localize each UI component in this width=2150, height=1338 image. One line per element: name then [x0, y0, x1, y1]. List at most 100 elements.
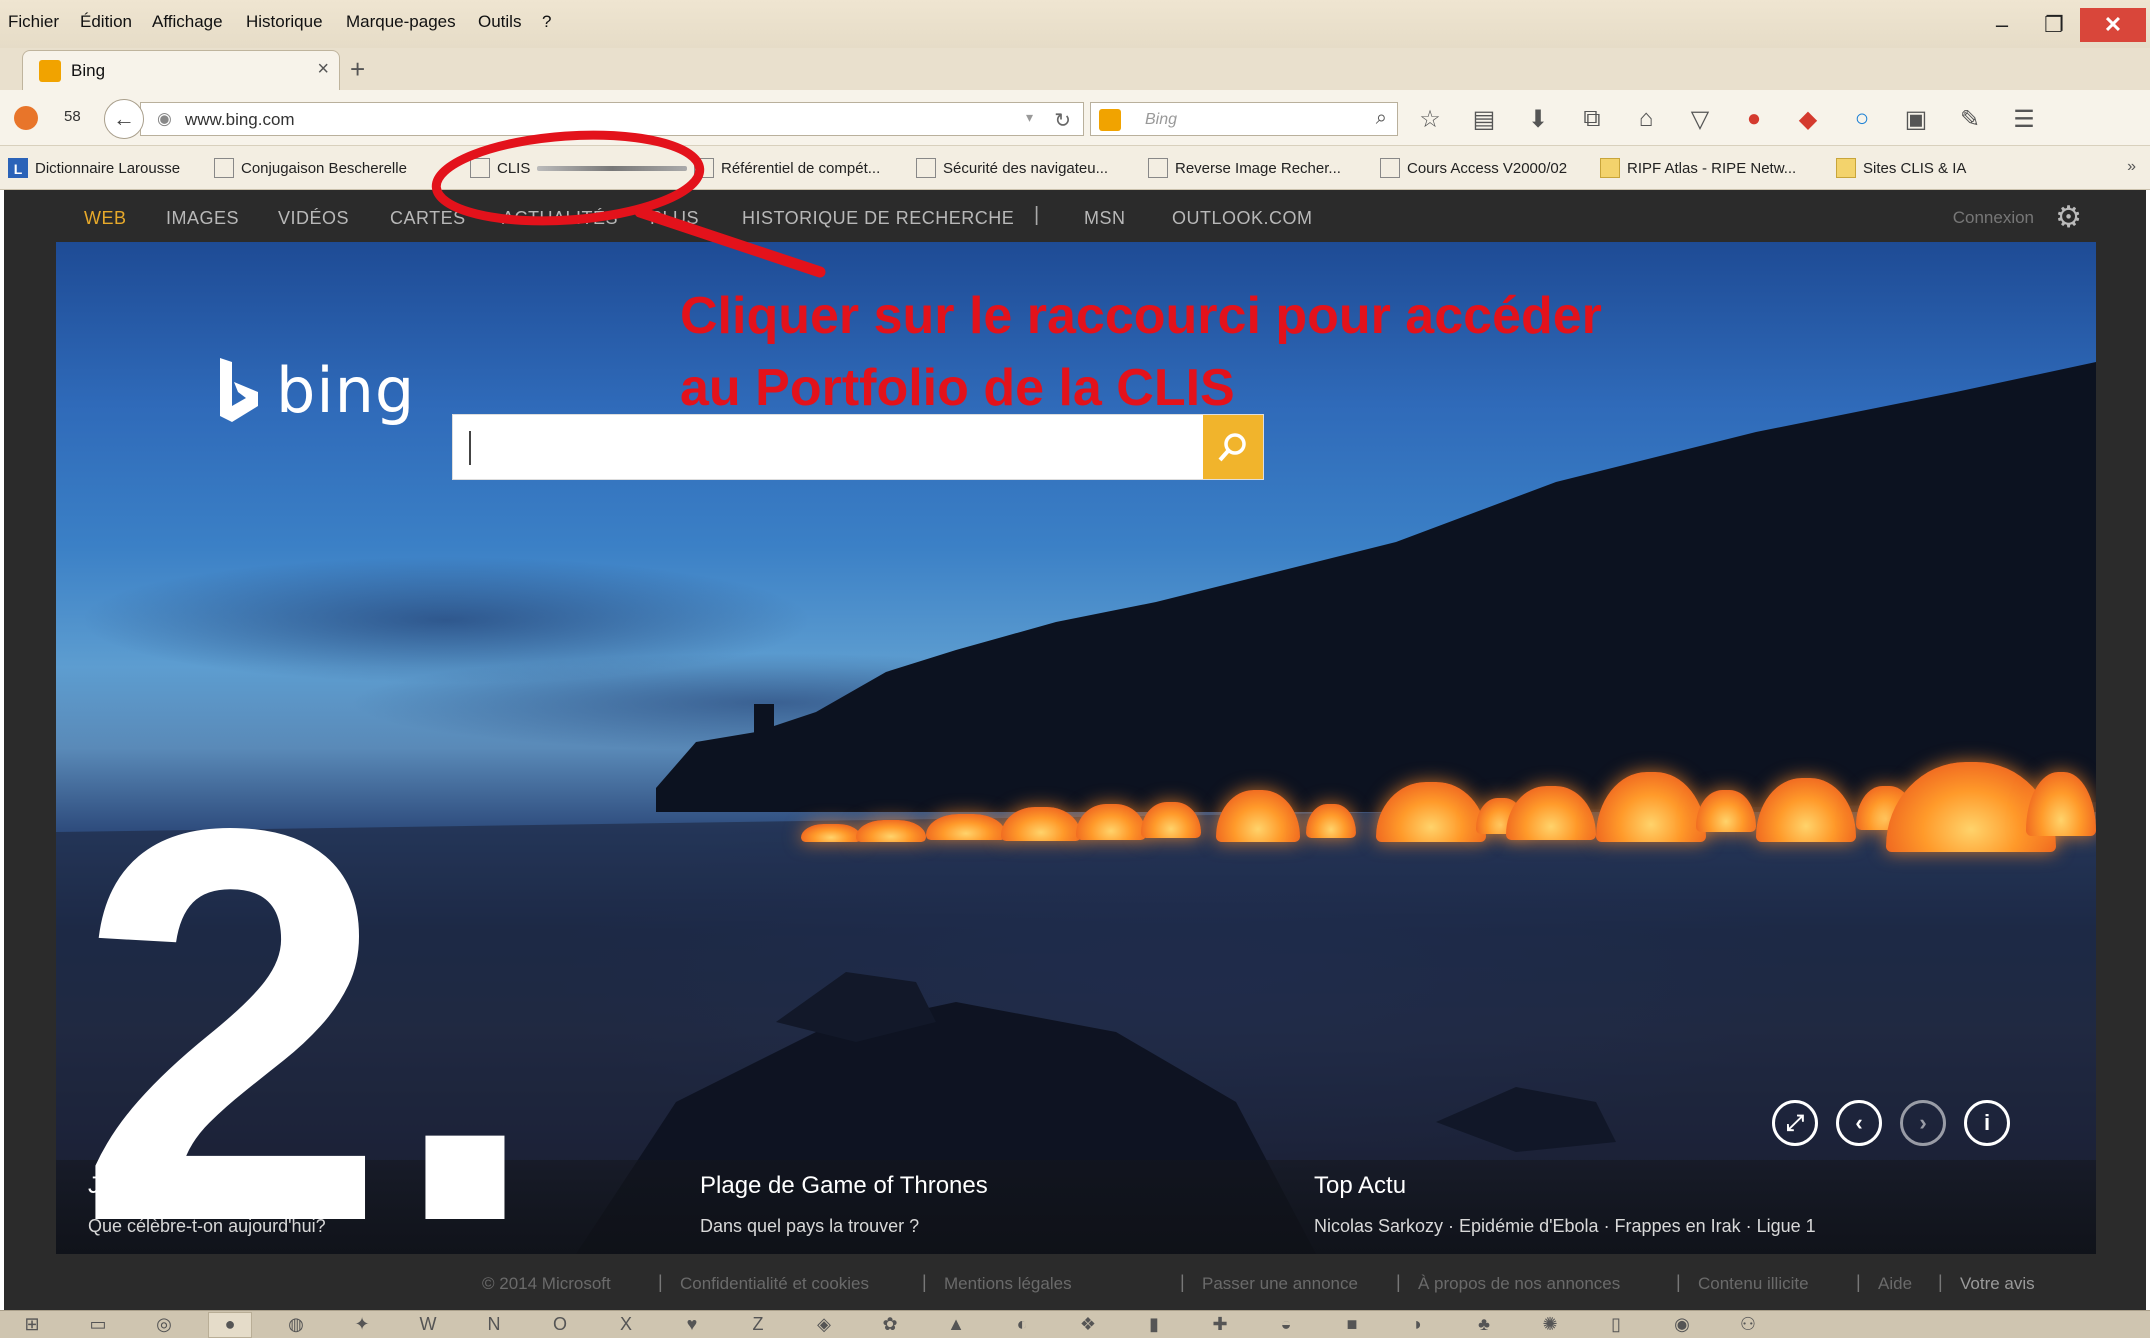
footer-link-advertise[interactable]: Passer une annonce: [1202, 1274, 1358, 1294]
new-tab-button[interactable]: +: [350, 54, 365, 85]
signin-link[interactable]: Connexion: [1953, 208, 2034, 228]
menu-historique[interactable]: Historique: [246, 12, 323, 32]
menu-affichage[interactable]: Affichage: [152, 12, 223, 32]
bing-nav-images[interactable]: IMAGES: [166, 208, 239, 229]
menu-edition[interactable]: Édition: [80, 12, 132, 32]
bookmark-star-icon[interactable]: ☆: [1410, 102, 1450, 136]
back-button[interactable]: ←: [104, 99, 144, 139]
info-title: Top Actu: [1314, 1172, 1407, 1199]
bookmarks-overflow-icon[interactable]: »: [2127, 158, 2136, 176]
app-icon[interactable]: ⚇: [1726, 1312, 1770, 1338]
footer-link-help[interactable]: Aide: [1878, 1274, 1912, 1294]
app-icon[interactable]: ♥: [670, 1312, 714, 1338]
app-icon[interactable]: ✺: [1528, 1312, 1572, 1338]
bookmark-securite[interactable]: Sécurité des navigateu...: [916, 156, 1108, 180]
previous-image-icon[interactable]: ‹: [1836, 1100, 1882, 1146]
bookmark-bescherelle[interactable]: Conjugaison Bescherelle: [214, 156, 407, 180]
chrome-icon[interactable]: ◎: [142, 1312, 186, 1338]
site-identity-icon[interactable]: ◉: [157, 109, 172, 129]
url-history-dropdown-icon[interactable]: ▾: [1026, 109, 1033, 126]
bing-nav-web[interactable]: WEB: [84, 208, 127, 229]
fullscreen-icon[interactable]: ⤢: [1772, 1100, 1818, 1146]
bing-nav-msn[interactable]: MSN: [1084, 208, 1126, 229]
search-box[interactable]: Bing ⌕: [1090, 102, 1398, 136]
info-card-top-actu[interactable]: Top Actu Nicolas Sarkozy · Epidémie d'Eb…: [1314, 1172, 1816, 1237]
outlook-icon[interactable]: O: [538, 1312, 582, 1338]
menu-hamburger-icon[interactable]: ☰: [2004, 102, 2044, 136]
app-icon[interactable]: ✚: [1198, 1312, 1242, 1338]
download-icon[interactable]: ⬇: [1518, 102, 1558, 136]
start-icon[interactable]: ⊞: [10, 1312, 54, 1338]
menu-fichier[interactable]: Fichier: [8, 12, 59, 32]
menu-bar: Fichier Édition Affichage Historique Mar…: [0, 0, 2150, 48]
bing-search-button[interactable]: [1203, 415, 1263, 479]
url-text[interactable]: www.bing.com: [185, 110, 295, 130]
bing-nav-outlook[interactable]: OUTLOOK.COM: [1172, 208, 1313, 229]
app-icon[interactable]: ◐: [1000, 1312, 1044, 1338]
firefox-icon[interactable]: ●: [208, 1311, 252, 1338]
app-icon[interactable]: ▮: [1132, 1312, 1176, 1338]
footer-link-about-ads[interactable]: À propos de nos annonces: [1418, 1274, 1620, 1294]
bookmark-reverse-image[interactable]: Reverse Image Recher...: [1148, 156, 1341, 180]
addon-orb-icon[interactable]: [14, 106, 38, 130]
next-image-icon[interactable]: ›: [1900, 1100, 1946, 1146]
adblock-icon[interactable]: ●: [1734, 102, 1774, 136]
bookmark-clis[interactable]: CLIS: [470, 156, 688, 180]
bing-nav-historique[interactable]: HISTORIQUE DE RECHERCHE: [742, 208, 1014, 229]
folder-icon: [1600, 158, 1620, 178]
bookmark-cours-access[interactable]: Cours Access V2000/02: [1380, 156, 1567, 180]
app-icon[interactable]: ◒: [1264, 1312, 1308, 1338]
reload-icon[interactable]: ↻: [1054, 108, 1071, 133]
minimize-icon[interactable]: –: [1976, 8, 2028, 42]
footer-link-legal[interactable]: Mentions légales: [944, 1274, 1072, 1294]
bookmark-ripe[interactable]: RIPF Atlas - RIPE Netw...: [1600, 156, 1796, 180]
footer-link-illicit[interactable]: Contenu illicite: [1698, 1274, 1809, 1294]
info-icon[interactable]: i: [1964, 1100, 2010, 1146]
tab-bing[interactable]: Bing ×: [22, 50, 340, 90]
onenote-icon[interactable]: N: [472, 1312, 516, 1338]
menu-marque-pages[interactable]: Marque-pages: [346, 12, 456, 32]
menu-aide[interactable]: ?: [542, 12, 551, 32]
search-icon[interactable]: ⌕: [1376, 107, 1387, 130]
bing-nav-videos[interactable]: VIDÉOS: [278, 208, 349, 229]
excel-icon[interactable]: X: [604, 1312, 648, 1338]
app-icon[interactable]: ◉: [1660, 1312, 1704, 1338]
bing-nav-actualites[interactable]: ACTUALITÉS: [502, 208, 618, 229]
menu-outils[interactable]: Outils: [478, 12, 521, 32]
app-icon[interactable]: ▯: [1594, 1312, 1638, 1338]
bing-nav-plus[interactable]: PLUS: [650, 208, 699, 229]
app-icon[interactable]: ❖: [1066, 1312, 1110, 1338]
synced-tabs-icon[interactable]: ⧉: [1572, 102, 1612, 136]
close-window-icon[interactable]: ✕: [2080, 8, 2146, 42]
app-icon[interactable]: ◈: [802, 1312, 846, 1338]
app-icon[interactable]: ◍: [274, 1312, 318, 1338]
app-icon[interactable]: ✦: [340, 1312, 384, 1338]
restore-icon[interactable]: ❐: [2028, 8, 2080, 42]
save-icon[interactable]: ▣: [1896, 102, 1936, 136]
tools-icon[interactable]: ✎: [1950, 102, 1990, 136]
bookmark-sites-clis[interactable]: Sites CLIS & IA: [1836, 156, 1966, 180]
app-icon[interactable]: ■: [1330, 1312, 1374, 1338]
explorer-icon[interactable]: ▭: [76, 1312, 120, 1338]
footer-link-privacy[interactable]: Confidentialité et cookies: [680, 1274, 869, 1294]
app-icon[interactable]: ✿: [868, 1312, 912, 1338]
info-card-plage[interactable]: Plage de Game of Thrones Dans quel pays …: [700, 1172, 988, 1237]
pocket-icon[interactable]: ▽: [1680, 102, 1720, 136]
search-engine-icon[interactable]: [1099, 109, 1121, 131]
gear-icon[interactable]: ⚙: [2055, 200, 2082, 235]
bookmark-larousse[interactable]: L Dictionnaire Larousse: [8, 156, 180, 180]
footer-link-feedback[interactable]: Votre avis: [1960, 1274, 2035, 1294]
url-bar[interactable]: ◉ www.bing.com ▾ ↻: [140, 102, 1084, 136]
bookmarks-menu-icon[interactable]: ▤: [1464, 102, 1504, 136]
home-icon[interactable]: ⌂: [1626, 102, 1666, 136]
bookmark-referentiel[interactable]: Référentiel de compét...: [694, 156, 880, 180]
tab-close-icon[interactable]: ×: [317, 58, 329, 81]
filezilla-icon[interactable]: Z: [736, 1312, 780, 1338]
word-icon[interactable]: W: [406, 1312, 450, 1338]
app-icon[interactable]: ▲: [934, 1312, 978, 1338]
addon-ring-icon[interactable]: ○: [1842, 102, 1882, 136]
addon-icon[interactable]: ◆: [1788, 102, 1828, 136]
bing-nav-cartes[interactable]: CARTES: [390, 208, 466, 229]
app-icon[interactable]: ♣: [1462, 1312, 1506, 1338]
app-icon[interactable]: ◗: [1396, 1312, 1440, 1338]
